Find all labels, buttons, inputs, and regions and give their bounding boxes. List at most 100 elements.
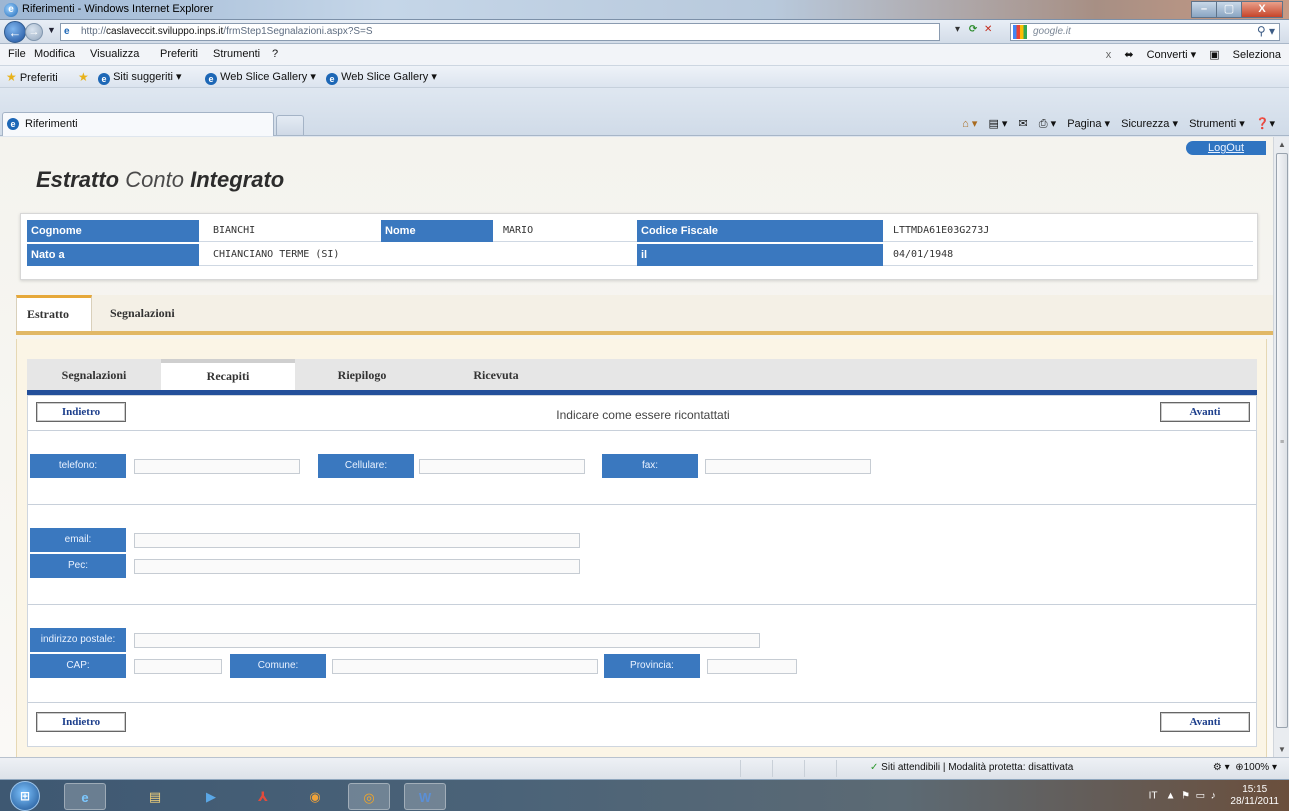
pec-input[interactable] (134, 559, 580, 574)
provincia-input[interactable] (707, 659, 797, 674)
fav-siti-suggeriti[interactable]: e Siti suggeriti ▾ (98, 70, 182, 85)
url-dropdown-icon[interactable]: ▾ (955, 24, 960, 35)
security-menu[interactable]: Sicurezza ▾ (1121, 118, 1178, 130)
telefono-label: telefono: (30, 454, 126, 478)
media-player-taskbar-icon[interactable]: ▶ (190, 783, 232, 810)
person-info-card: Cognome BIANCHI Nome MARIO Codice Fiscal… (20, 213, 1258, 280)
search-icon[interactable]: ⚲ ▾ (1257, 24, 1275, 38)
menu-help[interactable]: ? (272, 48, 278, 60)
acrobat-taskbar-icon[interactable]: ⅄ (242, 783, 284, 810)
print-icon[interactable]: ⎙ ▾ (1039, 118, 1056, 130)
tools-menu[interactable]: Strumenti ▾ (1189, 118, 1245, 130)
tray-expand-icon[interactable]: ▲ (1166, 791, 1176, 802)
ie-taskbar-icon[interactable]: e (64, 783, 106, 810)
zoom-icon: ⊕ (1235, 762, 1244, 773)
clock[interactable]: 15:15 28/11/2011 (1230, 784, 1279, 808)
step-tab-recapiti[interactable]: Recapiti (161, 359, 295, 390)
browser-tab-active[interactable]: e Riferimenti (2, 112, 274, 136)
explorer-taskbar-icon[interactable]: ▤ (134, 783, 176, 810)
form-instruction: Indicare come essere ricontattati (556, 408, 730, 422)
next-button-bottom[interactable]: Avanti (1160, 712, 1250, 732)
security-zone[interactable]: ✓ Siti attendibili | Modalità protetta: … (870, 762, 1073, 773)
search-input[interactable]: google.it ⚲ ▾ (1010, 23, 1280, 41)
cap-input[interactable] (134, 659, 222, 674)
comune-input[interactable] (332, 659, 598, 674)
start-button[interactable]: ⊞ (10, 781, 40, 811)
step-tab-riepilogo[interactable]: Riepilogo (295, 359, 429, 390)
history-dropdown-icon[interactable]: ▼ (47, 25, 56, 35)
add-favorite-icon[interactable]: ★ (78, 70, 89, 84)
menu-file[interactable]: File (8, 48, 26, 60)
fax-input[interactable] (705, 459, 871, 474)
indirizzo-input[interactable] (134, 633, 760, 648)
google-icon (1013, 25, 1027, 39)
page-menu[interactable]: Pagina ▾ (1067, 118, 1110, 130)
app-taskbar-icon[interactable]: ◉ (294, 783, 336, 810)
status-segment (740, 760, 770, 777)
data-nascita-label: il (637, 244, 883, 266)
telefono-input[interactable] (134, 459, 300, 474)
nato-a-label: Nato a (27, 244, 199, 266)
scroll-thumb[interactable]: ≡ (1276, 153, 1288, 728)
stop-icon[interactable]: ✕ (984, 24, 992, 35)
scroll-down-icon[interactable]: ▼ (1278, 745, 1286, 754)
language-indicator[interactable]: IT (1149, 791, 1158, 802)
indirizzo-label: indirizzo postale: (30, 628, 126, 652)
close-button[interactable]: X (1241, 1, 1283, 18)
page-title: Estratto Conto Integrato (36, 167, 285, 192)
seleziona-button[interactable]: ▣ Seleziona (1209, 49, 1281, 61)
tab-segnalazioni[interactable]: Segnalazioni (100, 295, 185, 331)
word-taskbar-icon[interactable]: W (404, 783, 446, 810)
step-tab-segnalazioni[interactable]: Segnalazioni (27, 359, 161, 390)
minimize-button[interactable]: – (1191, 1, 1217, 18)
home-icon[interactable]: ⌂ ▾ (962, 118, 977, 130)
help-icon[interactable]: ❓▾ (1256, 118, 1275, 130)
email-input[interactable] (134, 533, 580, 548)
window-controls: – ▢ X (1191, 1, 1283, 18)
recapiti-form: Indietro Indicare come essere ricontatta… (27, 395, 1257, 747)
page-scrollbar[interactable]: ▲ ≡ ▼ (1273, 137, 1289, 757)
nato-a-value: CHIANCIANO TERME (SI) (213, 249, 340, 260)
tab-estratto[interactable]: Estratto (16, 295, 92, 331)
flag-icon[interactable]: ⚑ (1181, 791, 1190, 802)
menu-preferiti[interactable]: Preferiti (160, 48, 198, 60)
volume-icon[interactable]: ♪ (1211, 791, 1216, 802)
back-button[interactable]: ← (4, 21, 26, 43)
ie-logo-icon: e (4, 3, 18, 17)
menu-visualizza[interactable]: Visualizza (90, 48, 139, 60)
next-button-top[interactable]: Avanti (1160, 402, 1250, 422)
address-bar: ← → ▼ e http://caslaveccit.sviluppo.inps… (0, 20, 1289, 44)
fav-web-slice-1[interactable]: e Web Slice Gallery ▾ (205, 70, 316, 85)
window-title-bar: e Riferimenti - Windows Internet Explore… (0, 0, 1289, 20)
mail-icon[interactable]: ✉ (1018, 118, 1027, 130)
converti-button[interactable]: ⬌ Converti ▾ (1124, 49, 1196, 61)
separator (28, 604, 1256, 605)
url-input[interactable]: e http://caslaveccit.sviluppo.inps.it/fr… (60, 23, 940, 41)
protected-mode-icon[interactable]: ⚙ ▾ (1213, 762, 1230, 773)
menu-strumenti[interactable]: Strumenti (213, 48, 260, 60)
forward-button[interactable]: → (25, 23, 43, 41)
zoom-control[interactable]: ⚙ ▾ ⊕100% ▾ (1213, 762, 1277, 773)
cellulare-input[interactable] (419, 459, 585, 474)
check-icon: ✓ (870, 762, 879, 773)
back-button-bottom[interactable]: Indietro (36, 712, 126, 732)
fav-web-slice-2[interactable]: e Web Slice Gallery ▾ (326, 70, 437, 85)
browser-app-taskbar-icon[interactable]: ◎ (348, 783, 390, 810)
menu-modifica[interactable]: Modifica (34, 48, 75, 60)
network-icon[interactable]: ▭ (1196, 791, 1205, 802)
refresh-icon[interactable]: ⟳ (969, 24, 977, 35)
codice-fiscale-label: Codice Fiscale (637, 220, 883, 242)
page-icon: e (64, 26, 70, 37)
step-tab-ricevuta[interactable]: Ricevuta (429, 359, 563, 390)
feeds-icon[interactable]: ▤ ▾ (988, 118, 1007, 130)
new-tab-button[interactable] (276, 115, 304, 135)
separator (28, 702, 1256, 703)
maximize-button[interactable]: ▢ (1216, 1, 1242, 18)
favorites-button[interactable]: ★ Preferiti (6, 70, 58, 84)
tab-bar: e Riferimenti ⌂ ▾ ▤ ▾ ✉ ⎙ ▾ Pagina ▾ Sic… (0, 88, 1289, 136)
scroll-up-icon[interactable]: ▲ (1278, 140, 1286, 149)
logout-link[interactable]: LogOut (1186, 141, 1266, 155)
close-toolbar-icon[interactable]: x (1106, 49, 1112, 61)
cap-label: CAP: (30, 654, 126, 678)
grip-icon: ≡ (1280, 439, 1285, 446)
